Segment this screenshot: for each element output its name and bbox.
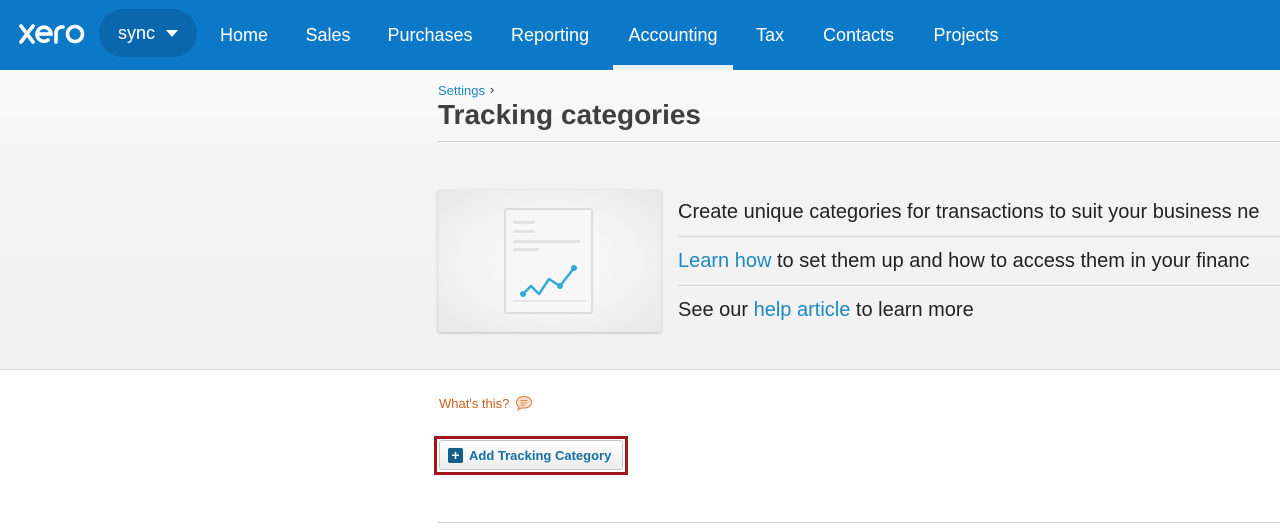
nav-home[interactable]: Home xyxy=(207,0,281,70)
tracking-illustration xyxy=(438,190,661,332)
nav-purchases[interactable]: Purchases xyxy=(374,0,486,70)
intro-create-text: Create unique categories for transaction… xyxy=(678,200,1260,223)
speech-bubble-icon xyxy=(516,395,533,411)
intro-line-help: See our help article to learn more xyxy=(678,286,1280,335)
intro-help-pre: See our xyxy=(678,299,754,321)
org-switcher[interactable]: sync xyxy=(99,9,197,57)
caret-down-icon xyxy=(166,29,179,37)
org-name: sync xyxy=(118,22,156,43)
plus-icon: + xyxy=(448,447,463,463)
nav-sales[interactable]: Sales xyxy=(291,0,365,70)
whats-this-help[interactable]: What's this? xyxy=(439,395,533,411)
section-divider xyxy=(438,522,1280,523)
whats-this-label: What's this? xyxy=(439,395,510,411)
help-article-link[interactable]: help article xyxy=(754,299,851,322)
add-tracking-category-label: Add Tracking Category xyxy=(469,447,612,463)
breadcrumb-settings-link[interactable]: Settings xyxy=(438,83,485,98)
nav-contacts[interactable]: Contacts xyxy=(808,0,909,70)
page-title: Tracking categories xyxy=(438,99,702,130)
learn-how-link[interactable]: Learn how xyxy=(678,250,771,273)
nav-accounting[interactable]: Accounting xyxy=(613,0,733,70)
report-chart-icon xyxy=(504,208,593,314)
nav-projects[interactable]: Projects xyxy=(919,0,1013,70)
xero-logo[interactable] xyxy=(18,19,86,49)
intro-learn-text: to set them up and how to access them in… xyxy=(771,249,1250,272)
intro-line-learn: Learn how to set them up and how to acce… xyxy=(678,237,1280,286)
breadcrumb-separator: › xyxy=(490,82,495,97)
add-tracking-category-button[interactable]: + Add Tracking Category xyxy=(439,440,623,470)
title-divider xyxy=(438,141,1280,142)
intro-help-post: to learn more xyxy=(850,299,974,321)
top-nav-bar: sync Home Sales Purchases Reporting Acco… xyxy=(0,0,1280,70)
intro-line-create: Create unique categories for transaction… xyxy=(678,188,1280,237)
nav-tax[interactable]: Tax xyxy=(742,0,798,70)
nav-reporting[interactable]: Reporting xyxy=(496,0,604,70)
